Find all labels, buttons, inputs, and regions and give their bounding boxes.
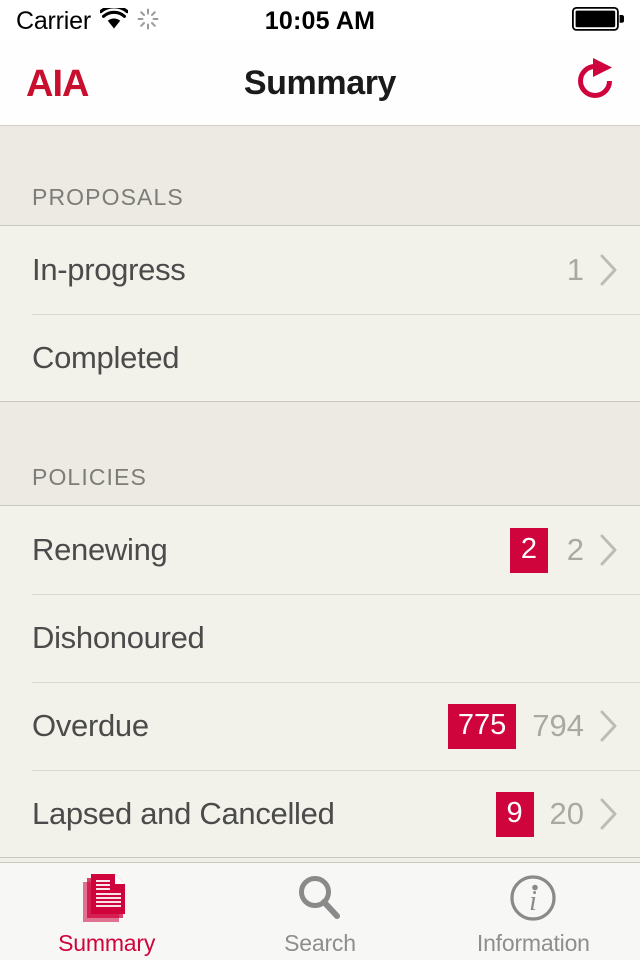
status-badge: 9 bbox=[495, 791, 534, 837]
tab-bar: Summary Search i Information bbox=[0, 862, 640, 960]
section-body-policies: Renewing 2 2 Dishonoured Overdue 775 794 bbox=[0, 506, 640, 858]
row-count: 2 bbox=[566, 532, 584, 567]
status-badge: 775 bbox=[447, 703, 517, 749]
section-header-label: PROPOSALS bbox=[32, 184, 184, 210]
row-label: In-progress bbox=[32, 252, 186, 287]
list-item-overdue[interactable]: Overdue 775 794 bbox=[0, 682, 640, 770]
refresh-icon bbox=[573, 58, 617, 109]
chevron-right-icon bbox=[600, 534, 618, 566]
status-bar-clock: 10:05 AM bbox=[264, 6, 376, 35]
svg-text:i: i bbox=[529, 886, 537, 917]
tab-label: Search bbox=[284, 930, 356, 956]
row-accessory: 2 2 bbox=[510, 527, 618, 573]
row-count: 20 bbox=[549, 796, 584, 831]
tab-search[interactable]: Search bbox=[213, 863, 426, 960]
section-header-proposals: PROPOSALS bbox=[0, 126, 640, 226]
row-count: 1 bbox=[566, 252, 584, 287]
chevron-right-icon bbox=[600, 254, 618, 286]
app-root: Carrier 10:05 AM AIA Summary PROPOSALS I… bbox=[0, 0, 640, 960]
row-accessory: 1 bbox=[564, 252, 618, 288]
row-accessory: 775 794 bbox=[447, 703, 618, 749]
search-icon bbox=[294, 872, 346, 926]
status-badge: 2 bbox=[510, 527, 548, 573]
section-header-policies: POLICIES bbox=[0, 402, 640, 506]
row-label: Dishonoured bbox=[32, 620, 205, 655]
row-count: 794 bbox=[532, 708, 584, 743]
list-item-dishonoured[interactable]: Dishonoured bbox=[0, 594, 640, 682]
tab-information[interactable]: i Information bbox=[427, 863, 640, 960]
document-stack-icon bbox=[81, 872, 133, 926]
summary-list: PROPOSALS In-progress 1 Completed POLICI… bbox=[0, 126, 640, 862]
list-item-in-progress[interactable]: In-progress 1 bbox=[0, 226, 640, 314]
tab-summary[interactable]: Summary bbox=[0, 863, 213, 960]
tab-label: Summary bbox=[58, 930, 156, 956]
page-title: Summary bbox=[243, 64, 397, 102]
row-accessory: 9 20 bbox=[495, 791, 618, 837]
row-label: Renewing bbox=[32, 532, 168, 567]
section-header-label: POLICIES bbox=[32, 464, 147, 490]
status-bar: Carrier 10:05 AM bbox=[0, 0, 640, 42]
navigation-bar: AIA Summary bbox=[0, 42, 640, 126]
section-body-proposals: In-progress 1 Completed bbox=[0, 226, 640, 402]
tab-label: Information bbox=[476, 930, 590, 956]
list-item-renewing[interactable]: Renewing 2 2 bbox=[0, 506, 640, 594]
chevron-right-icon bbox=[600, 798, 618, 830]
chevron-right-icon bbox=[600, 710, 618, 742]
row-label: Completed bbox=[32, 340, 180, 375]
aia-logo: AIA bbox=[26, 62, 89, 105]
list-item-completed[interactable]: Completed bbox=[0, 314, 640, 402]
list-item-lapsed-and-cancelled[interactable]: Lapsed and Cancelled 9 20 bbox=[0, 770, 640, 858]
row-label: Overdue bbox=[32, 708, 149, 743]
row-label: Lapsed and Cancelled bbox=[32, 796, 335, 831]
refresh-button[interactable] bbox=[572, 58, 618, 109]
info-circle-icon: i bbox=[507, 872, 559, 926]
